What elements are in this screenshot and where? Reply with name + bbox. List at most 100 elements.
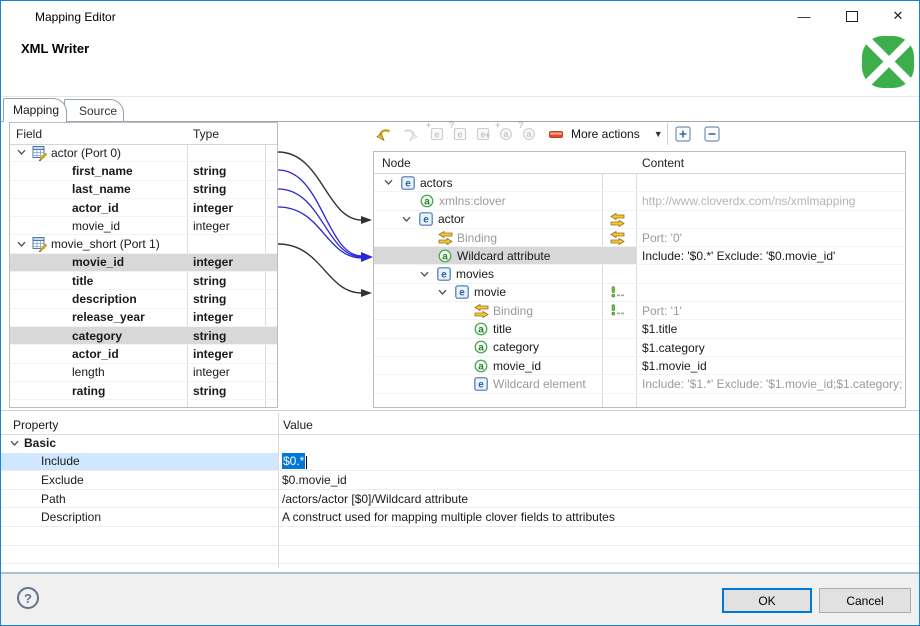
window-title: Mapping Editor: [35, 10, 116, 24]
field-tree-header: Field Type: [10, 123, 277, 145]
tree-item-field[interactable]: description string: [10, 290, 277, 308]
tree-item-field-selected[interactable]: category string: [10, 327, 277, 345]
node-row-movie-id[interactable]: movie_id $1.movie_id: [374, 357, 905, 375]
tree-item-field-selected[interactable]: movie_id integer: [10, 254, 277, 272]
element-icon: [401, 176, 415, 190]
node-label: xmlns:clover: [439, 194, 506, 208]
property-row-include[interactable]: Include $0.*: [1, 453, 919, 472]
type-value: string: [193, 182, 226, 196]
chevron-down-icon[interactable]: [437, 287, 448, 298]
tree-item-field[interactable]: rating string: [10, 382, 277, 400]
property-row-exclude[interactable]: Exclude $0.movie_id: [1, 471, 919, 490]
node-row-actor[interactable]: actor: [374, 211, 905, 229]
field-column-header[interactable]: Field: [16, 127, 42, 141]
chevron-down-icon[interactable]: [16, 239, 27, 250]
more-actions-button[interactable]: More actions ▼: [569, 124, 663, 144]
node-row-movie[interactable]: movie: [374, 284, 905, 302]
type-value: integer: [193, 310, 233, 324]
more-actions-label: More actions: [569, 127, 646, 141]
node-column-header[interactable]: Node: [382, 156, 411, 170]
remove-button[interactable]: [546, 124, 566, 144]
tree-item-field[interactable]: release_year integer: [10, 309, 277, 327]
horizontal-sash[interactable]: [1, 410, 919, 411]
node-row-xmlns[interactable]: xmlns:clover http://www.cloverdx.com/ns/…: [374, 192, 905, 210]
property-value-editor[interactable]: $0.*: [282, 454, 307, 468]
node-row-wildcard-element[interactable]: Wildcard element Include: '$1.*' Exclude…: [374, 375, 905, 393]
ok-button[interactable]: OK: [722, 588, 812, 613]
type-value: integer: [193, 255, 233, 269]
node-row-binding-port0[interactable]: Binding Port: '0': [374, 229, 905, 247]
cancel-button[interactable]: Cancel: [819, 588, 911, 613]
tree-item-field[interactable]: actor_id integer: [10, 345, 277, 363]
mapping-connections: [278, 141, 374, 311]
node-row-wildcard-attribute[interactable]: Wildcard attribute Include: '$0.*' Exclu…: [374, 247, 905, 265]
node-label: title: [493, 322, 512, 336]
close-button[interactable]: ✕: [883, 3, 913, 29]
tree-item-movie-short-port1[interactable]: movie_short (Port 1): [10, 236, 277, 254]
tree-item-actor-port0[interactable]: actor (Port 0): [10, 144, 277, 162]
type-value: integer: [193, 219, 230, 233]
redo-button[interactable]: [399, 124, 419, 144]
element-icon: [437, 267, 451, 281]
new-attribute-button[interactable]: +: [496, 124, 516, 144]
element-icon: [474, 377, 488, 391]
content-column-header[interactable]: Content: [642, 156, 684, 170]
node-row-title[interactable]: title $1.title: [374, 320, 905, 338]
expand-all-button[interactable]: [673, 124, 693, 144]
attribute-icon: [474, 340, 488, 354]
property-value[interactable]: /actors/actor [$0]/Wildcard attribute: [282, 492, 468, 506]
header-separator: [1, 96, 919, 97]
property-column-header: Property: [13, 418, 58, 432]
field-tree-panel: Field Type actor (Port 0) first_name str…: [9, 122, 278, 408]
node-content: Port: '1': [642, 304, 682, 318]
new-wildcard-attribute-button[interactable]: ?: [519, 124, 539, 144]
tree-item-field[interactable]: movie_id integer: [10, 217, 277, 235]
node-row-category[interactable]: category $1.category: [374, 339, 905, 357]
type-column-header[interactable]: Type: [193, 127, 219, 141]
chevron-down-icon[interactable]: [401, 214, 412, 225]
type-value: string: [193, 329, 226, 343]
new-element-button[interactable]: +: [427, 124, 447, 144]
maximize-button[interactable]: [837, 3, 867, 29]
property-value[interactable]: $0.movie_id: [282, 473, 347, 487]
tree-item-field[interactable]: actor_id integer: [10, 199, 277, 217]
tree-item-field[interactable]: last_name string: [10, 181, 277, 199]
node-row-actors[interactable]: actors: [374, 174, 905, 192]
text-caret: [306, 456, 307, 469]
chevron-down-icon[interactable]: [9, 438, 20, 449]
tree-item-label: actor_id: [72, 347, 119, 361]
property-group-basic[interactable]: Basic: [1, 434, 919, 453]
type-value: integer: [193, 347, 233, 361]
new-wildcard-element-button[interactable]: ?: [450, 124, 470, 144]
chevron-down-icon[interactable]: [383, 177, 394, 188]
title-bar[interactable]: Mapping Editor — ✕: [1, 1, 919, 32]
type-value: string: [193, 384, 226, 398]
tab-source[interactable]: Source: [64, 99, 124, 121]
tree-item-field[interactable]: first_name string: [10, 162, 277, 180]
tree-item-field[interactable]: title string: [10, 272, 277, 290]
node-content: Include: '$0.*' Exclude: '$0.movie_id': [642, 249, 835, 263]
property-value[interactable]: A construct used for mapping multiple cl…: [282, 510, 615, 524]
tab-mapping[interactable]: Mapping: [3, 98, 67, 122]
tree-item-label: title: [72, 274, 93, 288]
binding-icon: [610, 231, 625, 245]
value-column-header: Value: [283, 418, 313, 432]
node-row-movies[interactable]: movies: [374, 266, 905, 284]
undo-button[interactable]: [375, 124, 395, 144]
selected-text: $0.*: [282, 453, 305, 469]
property-row-description[interactable]: Description A construct used for mapping…: [1, 508, 919, 527]
minimize-button[interactable]: —: [789, 3, 819, 29]
binding-icon: [438, 231, 453, 245]
mapping-editor-dialog: Mapping Editor — ✕ XML Writer Source Map…: [0, 0, 920, 626]
chevron-down-icon[interactable]: [16, 147, 27, 158]
tree-item-field[interactable]: length integer: [10, 364, 277, 382]
property-group-label: Basic: [24, 436, 56, 450]
chevron-down-icon[interactable]: [419, 269, 430, 280]
node-content: $1.category: [642, 341, 705, 355]
property-row-path[interactable]: Path /actors/actor [$0]/Wildcard attribu…: [1, 490, 919, 509]
node-label: Wildcard element: [493, 377, 586, 391]
collapse-all-button[interactable]: [702, 124, 722, 144]
insert-element-button[interactable]: +: [473, 124, 493, 144]
node-row-binding-port1[interactable]: Binding Port: '1': [374, 302, 905, 320]
help-button[interactable]: ?: [17, 587, 39, 609]
